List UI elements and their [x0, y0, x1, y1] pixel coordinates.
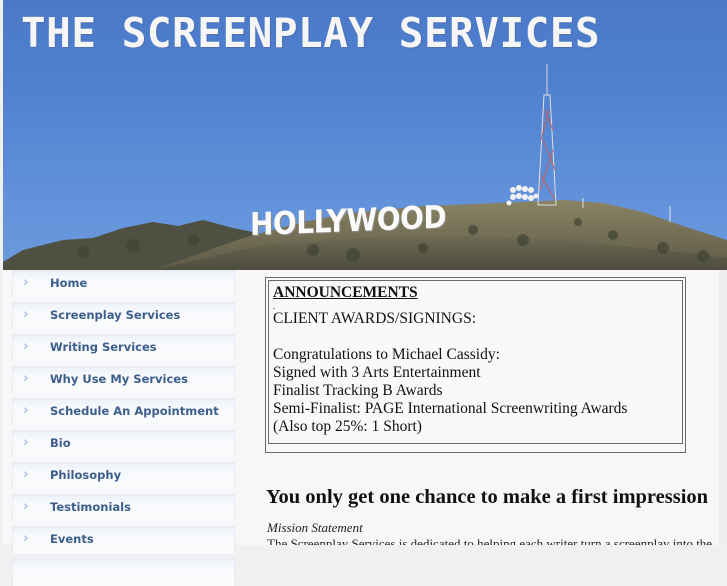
announcements-subtitle: CLIENT AWARDS/SIGNINGS:	[273, 310, 476, 327]
chevron-right-icon: ›	[23, 531, 29, 546]
header-banner: THE SCREENPLAY SERVICES HOLLYWOOD	[3, 0, 727, 270]
sidebar-item-label: Why Use My Services	[50, 372, 188, 386]
sidebar-item-screenplay-services[interactable]: › Screenplay Services	[12, 302, 235, 330]
announcements-inner: ANNOUNCEMENTS . CLIENT AWARDS/SIGNINGS: …	[268, 280, 683, 444]
sidebar-item-why-use-my-services[interactable]: › Why Use My Services	[12, 366, 235, 394]
site-title: THE SCREENPLAY SERVICES	[21, 9, 601, 57]
chevron-right-icon: ›	[23, 371, 29, 386]
announcements-dot: .	[273, 301, 276, 311]
chevron-right-icon: ›	[23, 403, 29, 418]
sidebar-item-writing-services[interactable]: › Writing Services	[12, 334, 235, 362]
announcements-title: ANNOUNCEMENTS	[273, 284, 418, 301]
sidebar-item-schedule-an-appointment[interactable]: › Schedule An Appointment	[12, 398, 235, 426]
announcements-box: ANNOUNCEMENTS . CLIENT AWARDS/SIGNINGS: …	[265, 277, 686, 453]
sidebar-item-home[interactable]: › Home	[12, 270, 235, 298]
announcement-line: Signed with 3 Arts Entertainment	[273, 364, 481, 381]
sidebar-item-label: Events	[50, 532, 94, 546]
sidebar-item-partial[interactable]	[12, 558, 235, 586]
scroll-gutter	[719, 270, 727, 545]
announcement-line: Semi-Finalist: PAGE International Screen…	[273, 400, 628, 417]
announcement-line: Finalist Tracking B Awards	[273, 382, 443, 399]
chevron-right-icon: ›	[23, 467, 29, 482]
sidebar-item-label: Writing Services	[50, 340, 157, 354]
mission-statement-text: The Screenplay Services is dedicated to …	[267, 538, 717, 545]
hollywood-sign: HOLLYWOOD	[250, 198, 447, 243]
announcement-line: (Also top 25%: 1 Short)	[273, 418, 422, 435]
chevron-right-icon: ›	[23, 307, 29, 322]
radio-tower	[537, 64, 557, 206]
sidebar-item-philosophy[interactable]: › Philosophy	[12, 462, 235, 490]
chevron-right-icon: ›	[23, 275, 29, 290]
announcement-line: Congratulations to Michael Cassidy:	[273, 346, 500, 363]
chevron-right-icon: ›	[23, 435, 29, 450]
sidebar-item-label: Testimonials	[50, 500, 131, 514]
page: THE SCREENPLAY SERVICES HOLLYWOOD › Home…	[3, 0, 727, 586]
sidebar-item-events[interactable]: › Events	[12, 526, 235, 554]
sidebar-item-label: Bio	[50, 436, 71, 450]
sidebar-item-label: Home	[50, 276, 88, 290]
sidebar-item-label: Philosophy	[50, 468, 122, 482]
chevron-right-icon: ›	[23, 499, 29, 514]
sidebar-item-label: Schedule An Appointment	[50, 404, 219, 418]
chevron-right-icon: ›	[23, 339, 29, 354]
sidebar-item-label: Screenplay Services	[50, 308, 181, 322]
mission-statement-text-partial: The Screenplay Services is dedicated to …	[267, 538, 712, 545]
sidebar-item-bio[interactable]: › Bio	[12, 430, 235, 458]
sidebar-item-testimonials[interactable]: › Testimonials	[12, 494, 235, 522]
mission-statement-label: Mission Statement	[267, 520, 363, 535]
page-headline: You only get one chance to make a first …	[266, 486, 709, 508]
sidebar-nav: › Home › Screenplay Services › Writing S…	[12, 270, 235, 586]
